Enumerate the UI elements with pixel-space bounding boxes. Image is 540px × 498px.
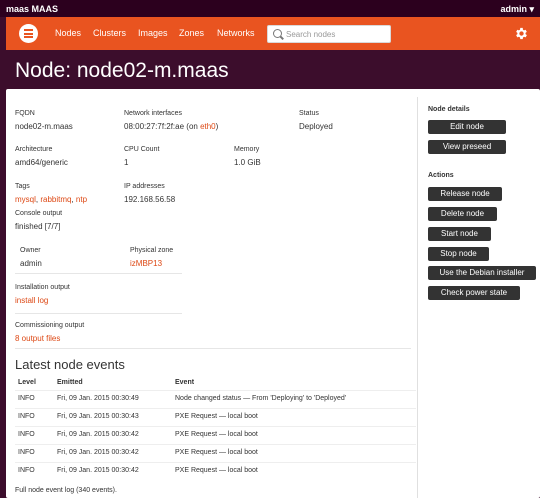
tag-link[interactable]: mysql	[15, 195, 36, 204]
nav-item-nodes[interactable]: Nodes	[55, 28, 81, 38]
architecture-value: amd64/generic	[15, 158, 68, 167]
tag-link[interactable]: ntp	[76, 195, 87, 204]
physical-zone-link[interactable]: izMBP13	[130, 259, 162, 268]
divider	[15, 313, 182, 314]
nav-item-images[interactable]: Images	[138, 28, 168, 38]
nav-item-zones[interactable]: Zones	[179, 28, 204, 38]
event-emitted: Fri, 09 Jan. 2015 00:30:49	[57, 395, 139, 402]
fqdn-label: FQDN	[15, 110, 35, 117]
stop-node-button[interactable]: Stop node	[428, 247, 489, 261]
network-interfaces-value: 08:00:27:7f:2f:ae (on eth0)	[124, 122, 218, 131]
event-level: INFO	[18, 395, 35, 402]
actions-heading: Actions	[428, 172, 454, 179]
fqdn-value: node02-m.maas	[15, 122, 73, 131]
node-detail-panel: FQDN node02-m.maas Network interfaces 08…	[6, 89, 540, 498]
memory-value: 1.0 GiB	[234, 158, 261, 167]
interface-link[interactable]: eth0	[200, 122, 216, 131]
node-details-heading: Node details	[428, 106, 470, 113]
events-title: Latest node events	[15, 357, 125, 372]
ip-addresses-label: IP addresses	[124, 183, 165, 190]
main-navbar: Nodes Clusters Images Zones Networks	[6, 17, 540, 50]
status-label: Status	[299, 110, 319, 117]
table-divider	[15, 444, 416, 445]
table-divider	[15, 408, 416, 409]
owner-value: admin	[20, 259, 42, 268]
event-emitted: Fri, 09 Jan. 2015 00:30:42	[57, 467, 139, 474]
commissioning-output-label: Commissioning output	[15, 322, 85, 329]
table-divider	[15, 462, 416, 463]
architecture-label: Architecture	[15, 146, 53, 153]
owner-label: Owner	[20, 247, 41, 254]
divider	[15, 348, 411, 349]
event-level: INFO	[18, 449, 35, 456]
event-level: INFO	[18, 413, 35, 420]
event-level: INFO	[18, 431, 35, 438]
edit-node-button[interactable]: Edit node	[428, 120, 506, 134]
console-output-value: finished [7/7]	[15, 222, 61, 231]
release-node-button[interactable]: Release node	[428, 187, 502, 201]
interface-close: )	[215, 122, 219, 131]
view-preseed-button[interactable]: View preseed	[428, 140, 506, 154]
sidebar-divider	[417, 97, 418, 498]
cpu-count-value: 1	[124, 158, 129, 167]
cpu-count-label: CPU Count	[124, 146, 160, 153]
nav-item-networks[interactable]: Networks	[217, 28, 255, 38]
user-menu[interactable]: admin ▾	[500, 4, 534, 15]
events-col-level: Level	[18, 379, 36, 386]
event-emitted: Fri, 09 Jan. 2015 00:30:42	[57, 449, 139, 456]
ip-addresses-value: 192.168.56.58	[124, 195, 176, 204]
nav-item-clusters[interactable]: Clusters	[93, 28, 126, 38]
event-description: PXE Request — local boot	[175, 431, 258, 438]
debian-installer-button[interactable]: Use the Debian installer	[428, 266, 536, 280]
event-emitted: Fri, 09 Jan. 2015 00:30:43	[57, 413, 139, 420]
delete-node-button[interactable]: Delete node	[428, 207, 497, 221]
physical-zone-label: Physical zone	[130, 247, 174, 254]
top-bar: maas MAAS admin ▾	[0, 0, 540, 17]
search-box[interactable]	[267, 25, 391, 43]
interface-mac: 08:00:27:7f:2f:ae (on	[124, 122, 201, 131]
gear-icon[interactable]	[514, 26, 529, 41]
event-description: Node changed status — From 'Deploying' t…	[175, 395, 347, 402]
installation-output-label: Installation output	[15, 284, 70, 291]
event-description: PXE Request — local boot	[175, 449, 258, 456]
commissioning-files-link[interactable]: 8 output files	[15, 334, 60, 343]
tags-label: Tags	[15, 183, 30, 190]
network-interfaces-label: Network interfaces	[124, 110, 182, 117]
check-power-state-button[interactable]: Check power state	[428, 286, 520, 300]
tag-link[interactable]: rabbitmq	[40, 195, 71, 204]
events-col-event: Event	[175, 379, 195, 386]
search-icon	[273, 29, 282, 38]
memory-label: Memory	[234, 146, 260, 153]
page-title: Node: node02-m.maas	[15, 59, 229, 82]
events-col-emitted: Emitted	[57, 379, 83, 386]
table-divider	[15, 426, 416, 427]
tags-value: mysql, rabbitmq, ntp	[15, 195, 88, 204]
search-input[interactable]	[286, 28, 386, 41]
event-emitted: Fri, 09 Jan. 2015 00:30:42	[57, 431, 139, 438]
status-value: Deployed	[299, 122, 333, 131]
console-output-label: Console output	[15, 210, 63, 217]
event-description: PXE Request — local boot	[175, 413, 258, 420]
start-node-button[interactable]: Start node	[428, 227, 491, 241]
full-event-log-link[interactable]: Full node event log (340 events).	[15, 487, 117, 494]
event-level: INFO	[18, 467, 35, 474]
app-title: maas MAAS	[6, 4, 59, 14]
install-log-link[interactable]: install log	[15, 296, 48, 305]
divider	[15, 273, 182, 274]
table-divider	[15, 390, 416, 391]
event-description: PXE Request — local boot	[175, 467, 258, 474]
maas-logo-icon[interactable]	[19, 24, 38, 43]
